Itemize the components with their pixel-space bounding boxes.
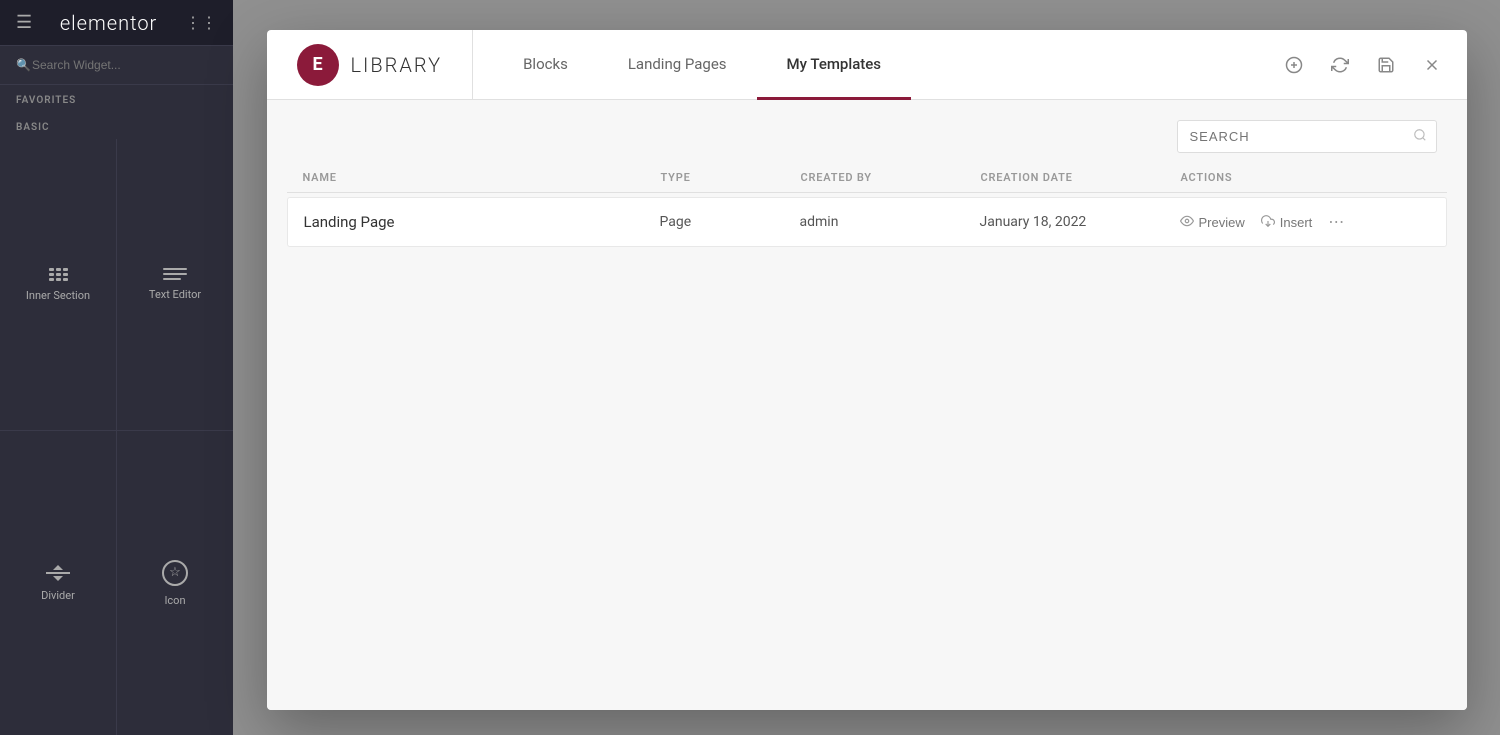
grid-icon[interactable]: ⋮⋮ <box>185 13 217 32</box>
tab-blocks[interactable]: Blocks <box>493 31 598 100</box>
tab-my-templates[interactable]: My Templates <box>757 31 911 100</box>
insert-icon <box>1261 214 1275 231</box>
template-search-input[interactable] <box>1177 120 1437 153</box>
widget-divider[interactable]: Divider <box>0 431 116 735</box>
divider-label: Divider <box>41 589 75 602</box>
insert-button[interactable]: Insert <box>1261 214 1313 231</box>
preview-button[interactable]: Preview <box>1180 214 1245 231</box>
star-icon: ☆ <box>162 560 188 586</box>
modal-overlay: E LIBRARY Blocks Landing Pages My Templa… <box>233 0 1500 735</box>
modal-header-actions <box>1259 30 1467 99</box>
sidebar-header: ☰ elementor ⋮⋮ <box>0 0 233 46</box>
table-row: Landing Page Page admin January 18, 2022 <box>287 197 1447 247</box>
hamburger-icon[interactable]: ☰ <box>16 12 32 33</box>
basic-label: BASIC <box>0 112 233 139</box>
template-creation-date: January 18, 2022 <box>980 214 1180 230</box>
preview-icon <box>1180 214 1194 231</box>
col-header-actions: ACTIONS <box>1181 171 1431 184</box>
insert-label: Insert <box>1280 215 1313 230</box>
template-search-icon <box>1413 128 1427 146</box>
elementor-logo: elementor <box>60 11 157 35</box>
text-editor-icon <box>163 268 187 280</box>
more-options-button[interactable]: ⋯ <box>1328 212 1345 232</box>
modal-header: E LIBRARY Blocks Landing Pages My Templa… <box>267 30 1467 100</box>
modal-brand: E LIBRARY <box>267 30 474 99</box>
save-button[interactable] <box>1371 50 1401 80</box>
favorites-label: FAVORITES <box>0 85 233 112</box>
search-widget-area: 🔍 <box>0 46 233 85</box>
main-area: E LIBRARY Blocks Landing Pages My Templa… <box>233 0 1500 735</box>
col-header-creation-date: CREATION DATE <box>981 171 1181 184</box>
elementor-sidebar: ☰ elementor ⋮⋮ 🔍 FAVORITES BASIC Inner S… <box>0 0 233 735</box>
library-title: LIBRARY <box>351 53 443 77</box>
preview-label: Preview <box>1199 215 1245 230</box>
col-header-name: NAME <box>303 171 661 184</box>
text-editor-label: Text Editor <box>149 288 201 301</box>
col-header-created-by: CREATED BY <box>801 171 981 184</box>
widgets-grid: Inner Section Text Editor Divider <box>0 139 233 735</box>
inner-section-icon <box>49 268 68 281</box>
widget-text-editor[interactable]: Text Editor <box>117 139 233 430</box>
templates-table: NAME TYPE CREATED BY CREATION DATE ACTIO… <box>267 163 1467 710</box>
upload-button[interactable] <box>1279 50 1309 80</box>
template-type: Page <box>660 214 800 230</box>
template-actions: Preview Insert <box>1180 212 1430 232</box>
template-name: Landing Page <box>304 213 660 231</box>
search-widget-icon: 🔍 <box>16 58 31 72</box>
search-bar <box>267 100 1467 163</box>
inner-section-label: Inner Section <box>26 289 90 302</box>
tab-landing-pages[interactable]: Landing Pages <box>598 31 757 100</box>
template-created-by: admin <box>800 214 980 230</box>
close-button[interactable] <box>1417 50 1447 80</box>
widget-inner-section[interactable]: Inner Section <box>0 139 116 430</box>
search-widget-input[interactable] <box>12 54 221 76</box>
col-header-type: TYPE <box>661 171 801 184</box>
divider-icon <box>46 565 70 581</box>
modal-body: NAME TYPE CREATED BY CREATION DATE ACTIO… <box>267 100 1467 710</box>
library-modal: E LIBRARY Blocks Landing Pages My Templa… <box>267 30 1467 710</box>
sync-button[interactable] <box>1325 50 1355 80</box>
widget-icon[interactable]: ☆ Icon <box>117 431 233 735</box>
icon-label: Icon <box>164 594 185 607</box>
brand-logo: E <box>297 44 339 86</box>
table-header: NAME TYPE CREATED BY CREATION DATE ACTIO… <box>287 163 1447 193</box>
modal-tabs: Blocks Landing Pages My Templates <box>473 30 1258 99</box>
